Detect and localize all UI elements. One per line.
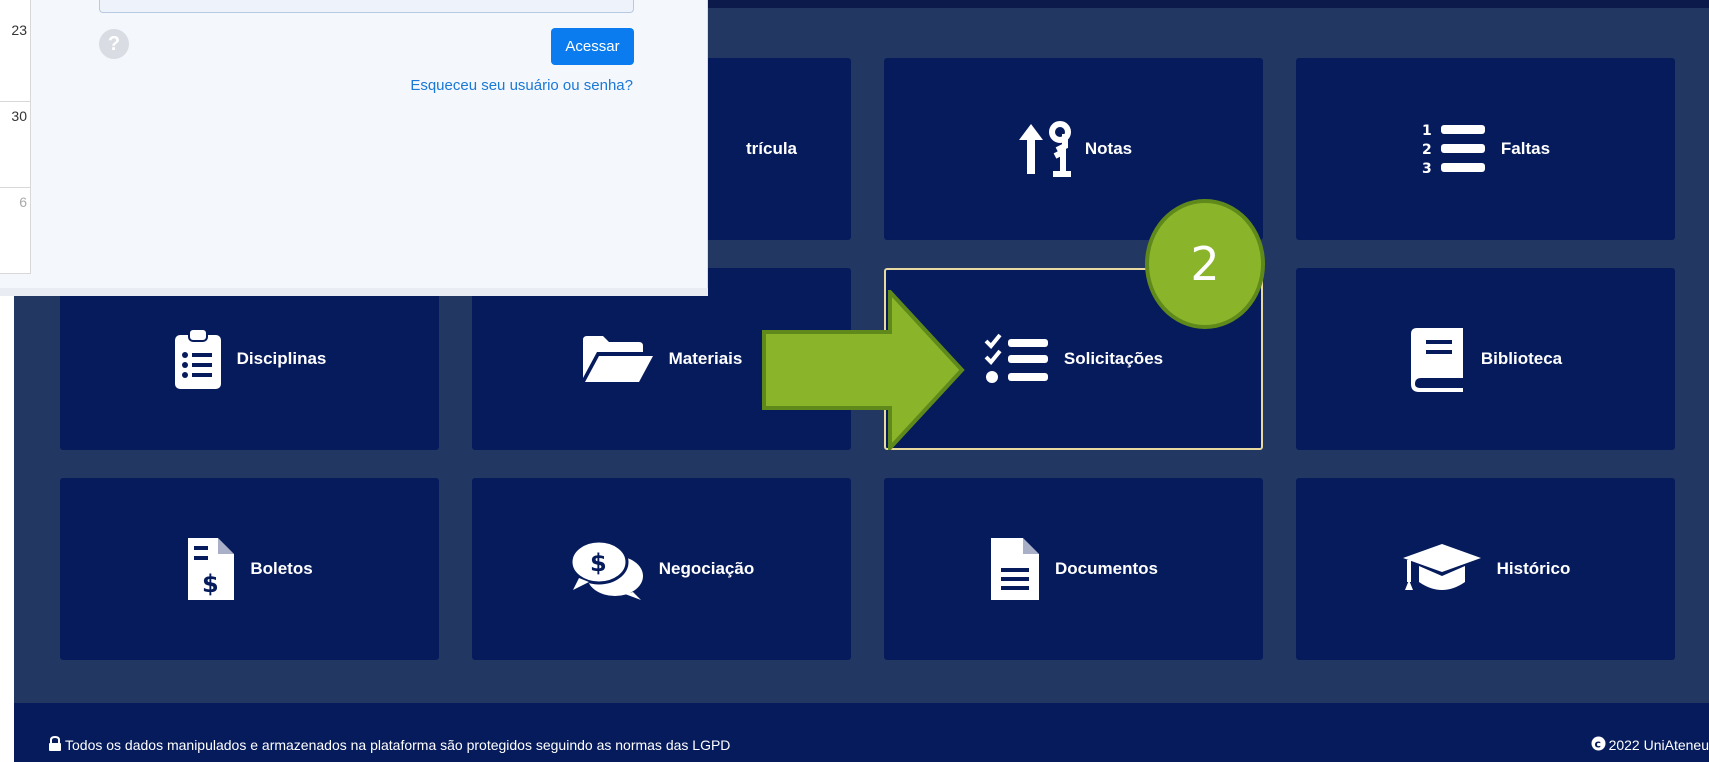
tile-matricula-label: trícula <box>745 139 798 158</box>
tile-notas-label: Notas <box>1084 139 1133 158</box>
tile-faltas[interactable]: 1 2 3 Faltas <box>1296 58 1675 240</box>
tile-disciplinas-label: Disciplinas <box>236 349 327 368</box>
file-alt-icon <box>989 536 1041 602</box>
tile-documentos-label: Documentos <box>1055 559 1158 578</box>
comments-dollar-icon: $ <box>569 538 645 600</box>
sort-numeric-up-icon <box>1015 120 1071 178</box>
footer-copyright-text: 2022 UniAteneu <box>1608 737 1709 753</box>
tile-materiais-label: Materiais <box>668 349 743 368</box>
svg-text:2: 2 <box>1422 142 1432 158</box>
annotation-arrow <box>762 290 965 450</box>
svg-text:3: 3 <box>1422 161 1432 177</box>
forgot-credentials-link[interactable]: Esqueceu seu usuário ou senha? <box>410 77 633 94</box>
footer: Todos os dados manipulados e armazenados… <box>14 703 1709 762</box>
clipboard-list-icon <box>173 327 223 391</box>
tile-biblioteca[interactable]: Biblioteca <box>1296 268 1675 450</box>
folder-open-icon <box>581 334 655 384</box>
popup-bottom-edge <box>0 288 708 296</box>
tile-boletos-label: Boletos <box>250 559 313 578</box>
graduation-cap-icon <box>1401 542 1483 596</box>
svg-text:$: $ <box>202 570 219 598</box>
tile-biblioteca-label: Biblioteca <box>1480 349 1563 368</box>
tile-negociacao-label: Negociação <box>658 559 755 578</box>
password-field[interactable] <box>99 0 634 13</box>
step-number-badge: 2 <box>1145 199 1265 329</box>
acessar-button[interactable]: Acessar <box>551 28 634 65</box>
tile-negociacao[interactable]: $ Negociação <box>472 478 851 660</box>
file-invoice-dollar-icon: $ <box>186 536 236 602</box>
tile-faltas-label: Faltas <box>1500 139 1551 158</box>
calendar-strip: 23 30 6 <box>0 0 31 274</box>
tile-boletos[interactable]: $ Boletos <box>60 478 439 660</box>
calendar-cell[interactable]: 6 <box>0 188 31 274</box>
footer-privacy: Todos os dados manipulados e armazenados… <box>48 735 731 754</box>
calendar-day: 30 <box>11 108 27 124</box>
calendar-day: 23 <box>11 22 27 38</box>
login-popup: 23 30 6 ? Acessar Esqueceu seu usuário o… <box>0 0 708 296</box>
svg-text:$: $ <box>590 549 607 577</box>
tile-solicitacoes-label: Solicitações <box>1063 349 1164 368</box>
footer-copyright: c 2022 UniAteneu <box>1591 736 1709 754</box>
footer-privacy-text: Todos os dados manipulados e armazenados… <box>65 737 731 753</box>
tile-documentos[interactable]: Documentos <box>884 478 1263 660</box>
help-icon[interactable]: ? <box>99 29 129 59</box>
svg-text:1: 1 <box>1422 123 1432 139</box>
tile-historico[interactable]: Histórico <box>1296 478 1675 660</box>
calendar-cell[interactable]: 23 <box>0 16 31 102</box>
copyright-icon: c <box>1591 736 1609 754</box>
book-icon <box>1409 326 1467 392</box>
list-ol-icon: 1 2 3 <box>1421 121 1487 177</box>
svg-text:c: c <box>1594 738 1601 751</box>
calendar-day: 6 <box>19 194 27 210</box>
calendar-cell[interactable]: 30 <box>0 102 31 188</box>
tile-historico-label: Histórico <box>1496 559 1571 578</box>
page-left-margin <box>0 270 14 762</box>
lock-icon <box>48 735 65 754</box>
tasks-icon <box>984 333 1050 385</box>
